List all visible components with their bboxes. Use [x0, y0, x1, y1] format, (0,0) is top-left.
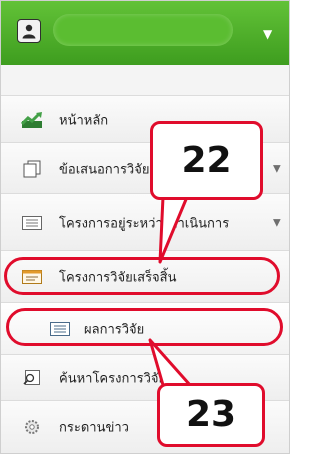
list-card-icon [21, 214, 43, 232]
menu-item-label: โครงการวิจัยเสร็จสิ้น [59, 270, 177, 286]
trend-chart-icon [20, 111, 43, 129]
submenu-item-research-results[interactable]: ผลการวิจัย [1, 302, 289, 355]
menu-item-label: หน้าหลัก [59, 113, 109, 128]
search-icon [21, 369, 43, 387]
callout-22: 22 [150, 121, 263, 200]
menu-item-completed-projects[interactable]: โครงการวิจัยเสร็จสิ้น [1, 250, 289, 303]
user-name-field [53, 14, 233, 46]
menu-item-ongoing-projects[interactable]: โครงการอยู่ระหว่างดำเนินการ ▼ [1, 193, 289, 251]
card-icon [21, 268, 43, 286]
menu-item-label: ค้นหาโครงการวิจัย [59, 371, 167, 387]
user-avatar-icon [17, 19, 41, 43]
gear-icon [21, 418, 43, 436]
list-card-icon [49, 320, 71, 338]
menu-item-label: ผลการวิจัย [84, 322, 145, 338]
menu-item-label: ข้อเสนอการวิจัย [59, 162, 150, 177]
menu-item-label: กระดานข่าว [59, 420, 129, 436]
chevron-down-icon[interactable]: ▼ [273, 217, 281, 228]
user-header[interactable]: ▼ [1, 1, 289, 65]
documents-icon [21, 160, 43, 178]
user-menu-caret-icon[interactable]: ▼ [263, 27, 272, 41]
callout-23: 23 [157, 383, 265, 447]
menu-item-label: โครงการอยู่ระหว่างดำเนินการ [59, 216, 230, 231]
chevron-down-icon[interactable]: ▼ [273, 163, 281, 174]
